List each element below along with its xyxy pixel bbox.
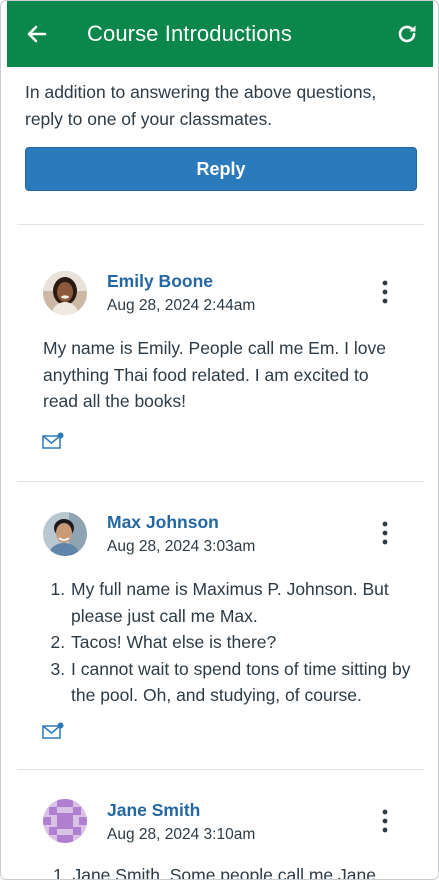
divider [17, 481, 424, 482]
back-button[interactable] [25, 22, 49, 46]
mail-unread-icon [42, 722, 64, 739]
reply-button[interactable]: Reply [25, 147, 417, 191]
default-avatar-pattern [43, 799, 87, 843]
author-name[interactable]: Max Johnson [107, 512, 219, 533]
post-body-list: My full name is Maximus P. Johnson. But … [43, 576, 415, 709]
list-item: I cannot wait to spend tons of time sitt… [70, 656, 415, 709]
divider [17, 224, 424, 225]
avatar[interactable] [43, 271, 87, 315]
list-item: My full name is Maximus P. Johnson. But … [70, 576, 415, 629]
refresh-button[interactable] [395, 22, 419, 46]
refresh-icon [398, 25, 416, 43]
author-name[interactable]: Emily Boone [107, 271, 213, 292]
post-timestamp: Aug 28, 2024 3:10am [107, 826, 256, 843]
post-timestamp: Aug 28, 2024 3:03am [107, 538, 256, 555]
kebab-menu-icon [382, 521, 388, 545]
divider [17, 769, 424, 770]
discussion-instructions: In addition to answering the above quest… [25, 82, 377, 129]
avatar-photo-emily [43, 271, 87, 315]
avatar-photo-max [43, 512, 87, 556]
more-options-button[interactable] [377, 808, 393, 834]
app-frame: Course Introductions In addition to answ… [0, 0, 439, 880]
mail-unread-icon [42, 432, 64, 449]
list-item: Tacos! What else is there? [70, 629, 415, 656]
post-body-partial: 1. Jane Smith. Some people call me Jane. [53, 865, 381, 879]
page-title: Course Introductions [87, 21, 292, 46]
avatar[interactable] [43, 512, 87, 556]
kebab-menu-icon [382, 809, 388, 833]
mark-unread-button[interactable] [42, 432, 64, 450]
post-timestamp: Aug 28, 2024 2:44am [107, 297, 256, 314]
kebab-menu-icon [382, 280, 388, 304]
more-options-button[interactable] [377, 520, 393, 546]
discussion-content[interactable]: In addition to answering the above quest… [7, 67, 433, 879]
mark-unread-button[interactable] [42, 722, 64, 740]
avatar[interactable] [43, 799, 87, 843]
author-name[interactable]: Jane Smith [107, 800, 200, 821]
arrow-left-icon [27, 25, 47, 43]
more-options-button[interactable] [377, 279, 393, 305]
navigation-bar: Course Introductions [7, 1, 433, 67]
post-body: My name is Emily. People call me Em. I l… [43, 338, 386, 411]
